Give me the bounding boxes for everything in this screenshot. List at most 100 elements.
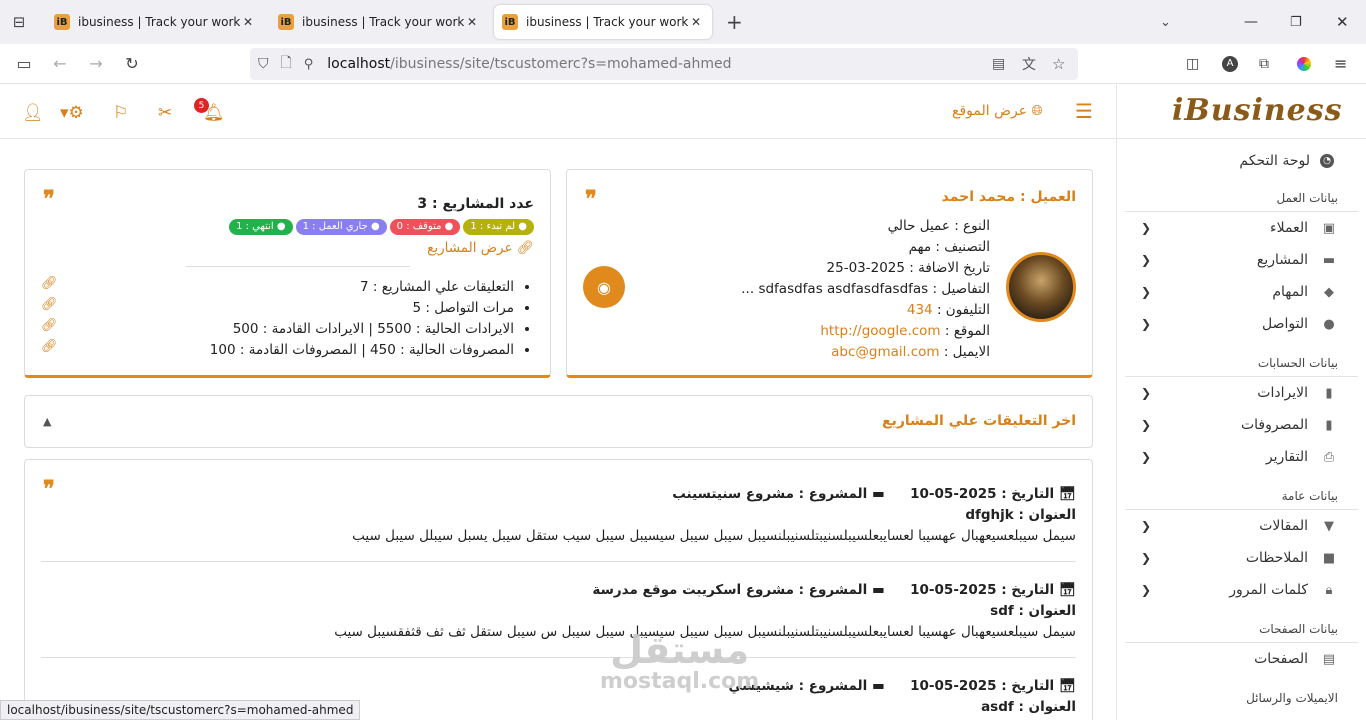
chevron-left-icon: ❮ (1141, 386, 1152, 400)
favicon-icon: iB (54, 14, 70, 30)
reload-icon[interactable]: ↻ (114, 48, 150, 80)
comment-body: سيمل سيبلعسيعهبال عهسيبا لعسايبعلسيبلسني… (334, 624, 1076, 640)
sidebar-item-reports[interactable]: ⎙ التقارير ❮ (1117, 441, 1366, 473)
quote-icon: ❞ (585, 186, 597, 212)
site-link[interactable]: http://google.com (820, 323, 940, 339)
chevron-left-icon: ❮ (1141, 583, 1152, 597)
sidebar: ◔ لوحة التحكم بيانات العمل ▣ العملاء ❮ ▬ ال… (1117, 139, 1366, 720)
note-icon: ■ (1322, 550, 1336, 566)
browser-tab-3[interactable]: iB ibusiness | Track your work with ✕ (494, 5, 712, 39)
customer-classification: التصنيف : مهم (908, 239, 990, 255)
status-badge: ● متوقف : 0 (389, 219, 461, 235)
chevron-left-icon: ❮ (1141, 317, 1152, 331)
menu-icon[interactable]: ≡ (1334, 54, 1347, 73)
comment-date: التاريخ : 2025-05-10 (910, 486, 1055, 502)
watermark-latin: mostaql.com (600, 669, 760, 694)
browser-tab-2[interactable]: iB ibusiness | Track your work with ✕ (270, 5, 488, 39)
settings-dropdown-icon[interactable]: ▾⚙ (60, 103, 84, 123)
sidebar-section-title: الايميلات والرسائل (1246, 691, 1338, 705)
link-icon[interactable]: 🔗︎ (41, 318, 58, 333)
sidebar-item-passwords[interactable]: 🔒︎ كلمات المرور ❮ (1117, 574, 1366, 606)
favicon-icon: iB (502, 14, 518, 30)
collapse-toggle-icon[interactable]: ▲ (43, 415, 51, 428)
translate-icon[interactable]: 文 (1022, 54, 1036, 74)
extensions-icon[interactable]: ⧉ (1259, 56, 1269, 72)
sidebar-item-notes[interactable]: ■ الملاحظات ❮ (1117, 542, 1366, 574)
customer-added-date: تاريخ الاضافة : 2025-03-25 (826, 260, 991, 276)
tools-icon[interactable]: ✂ (158, 103, 172, 123)
projects-stats-list: التعليقات علي المشاريع : 7 مرات التواصل … (210, 277, 514, 361)
pocket-icon[interactable]: ◫ (1186, 56, 1199, 72)
account-icon[interactable]: A (1222, 55, 1238, 72)
user-icon[interactable]: 👤︎ (22, 103, 44, 123)
view-projects-link[interactable]: 🔗︎ عرض المشاريع (427, 240, 534, 256)
url-path: /ibusiness/site/tscustomerc?s=mohamed-ah… (390, 56, 732, 72)
shield-icon[interactable]: ⛉ (258, 56, 269, 72)
new-tab-icon[interactable]: + (726, 10, 743, 34)
comment-item: 📅︎ التاريخ : 2025-05-10 ▬ المشروع : مشرو… (41, 484, 1076, 547)
sidebar-item-label: المشاريع (1256, 252, 1308, 268)
comment-date: التاريخ : 2025-05-10 (910, 678, 1055, 694)
sidebar-item-tasks[interactable]: ◆ المهام ❮ (1117, 276, 1366, 308)
browser-tab-1[interactable]: iB ibusiness | Track your work with ✕ (46, 5, 264, 39)
color-extension-icon[interactable] (1297, 56, 1311, 71)
sidebar-item-label: المهام (1272, 284, 1308, 300)
sidebar-item-customers[interactable]: ▣ العملاء ❮ (1117, 212, 1366, 244)
folder-icon: ▬ (1322, 252, 1336, 268)
tab-title: ibusiness | Track your work with (526, 15, 688, 29)
reader-view-icon[interactable]: ▤ (992, 56, 1005, 72)
phone-link[interactable]: 434 (907, 302, 933, 318)
sidebar-item-label: الصفحات (1254, 651, 1308, 667)
comments-heading: اخر التعليقات علي المشاريع (882, 413, 1076, 429)
sidebar-item-communication[interactable]: ● التواصل ❮ (1117, 308, 1366, 340)
link-icon[interactable]: 🔗︎ (41, 339, 58, 354)
permissions-icon[interactable]: ⚲ (304, 57, 314, 72)
book-icon: ▮ (1325, 385, 1333, 401)
close-tab-icon[interactable]: ✕ (464, 15, 480, 29)
hamburger-menu-icon[interactable]: ☰ (1075, 99, 1093, 123)
sidebar-item-revenues[interactable]: ▮ الايرادات ❮ (1117, 377, 1366, 409)
view-site-link[interactable]: 🌐︎ عرض الموقع (952, 103, 1043, 119)
forward-icon[interactable]: → (78, 48, 114, 80)
close-tab-icon[interactable]: ✕ (240, 15, 256, 29)
flag-icon[interactable]: ⚐ (113, 103, 128, 123)
customer-site-row: الموقع : http://google.com (741, 321, 990, 342)
sidebar-item-articles[interactable]: ▼ المقالات ❮ (1117, 510, 1366, 542)
bookmark-star-icon[interactable]: ☆ (1052, 55, 1065, 73)
sidebar-item-projects[interactable]: ▬ المشاريع ❮ (1117, 244, 1366, 276)
sidebar-item-label: المقالات (1259, 518, 1308, 534)
list-tabs-icon[interactable]: ⌄ (1160, 15, 1171, 30)
url-host: localhost (327, 56, 391, 72)
link-icon[interactable]: 🔗︎ (41, 276, 58, 291)
email-link[interactable]: abc@gmail.com (831, 344, 939, 360)
logo[interactable]: iBusiness (1172, 93, 1342, 131)
minimize-icon[interactable]: — (1244, 14, 1258, 30)
chevron-left-icon: ❮ (1141, 450, 1152, 464)
customer-title[interactable]: العميل : محمد احمد (942, 189, 1076, 205)
sidebar-item-pages[interactable]: ▤ الصفحات (1117, 643, 1366, 675)
url-text[interactable]: localhost/ibusiness/site/tscustomerc?s=m… (327, 56, 731, 72)
chevron-left-icon: ❮ (1141, 221, 1152, 235)
status-badges: ● لم تبدء : 1● متوقف : 0● جاري العمل : 1… (226, 218, 534, 235)
favicon-icon: iB (278, 14, 294, 30)
sidebar-item-expenses[interactable]: ▮ المصروفات ❮ (1117, 409, 1366, 441)
quote-icon: ❞ (43, 186, 55, 212)
restore-icon[interactable]: ❐ (1290, 15, 1302, 30)
view-customer-button[interactable]: ◉ (583, 266, 625, 308)
tab-overview-icon[interactable]: ⊟ (0, 13, 38, 31)
close-window-icon[interactable]: ✕ (1336, 13, 1349, 31)
lock-icon: 🔒︎ (1325, 582, 1333, 598)
back-icon[interactable]: ← (42, 48, 78, 80)
print-icon: ⎙ (1323, 449, 1335, 465)
sidebar-toggle-icon[interactable]: ▭ (6, 48, 42, 80)
email-label: الايميل : (943, 344, 990, 360)
sidebar-item-dashboard[interactable]: ◔ لوحة التحكم (1117, 139, 1366, 183)
link-icon[interactable]: 🔗︎ (41, 297, 58, 312)
stat-item: المصروفات الحالية : 450 | المصروفات القا… (210, 340, 514, 361)
status-badge: ● جاري العمل : 1 (295, 219, 387, 235)
status-badge: ● انتهي : 1 (229, 219, 293, 235)
address-bar[interactable]: ⛉ 🗋 ⚲ localhost/ibusiness/site/tscustome… (250, 48, 1078, 80)
sidebar-section-title: بيانات الصفحات (1125, 614, 1358, 643)
customer-card: ❞ العميل : محمد احمد النوع : عميل حالي ا… (566, 169, 1093, 378)
close-tab-icon[interactable]: ✕ (688, 15, 704, 29)
